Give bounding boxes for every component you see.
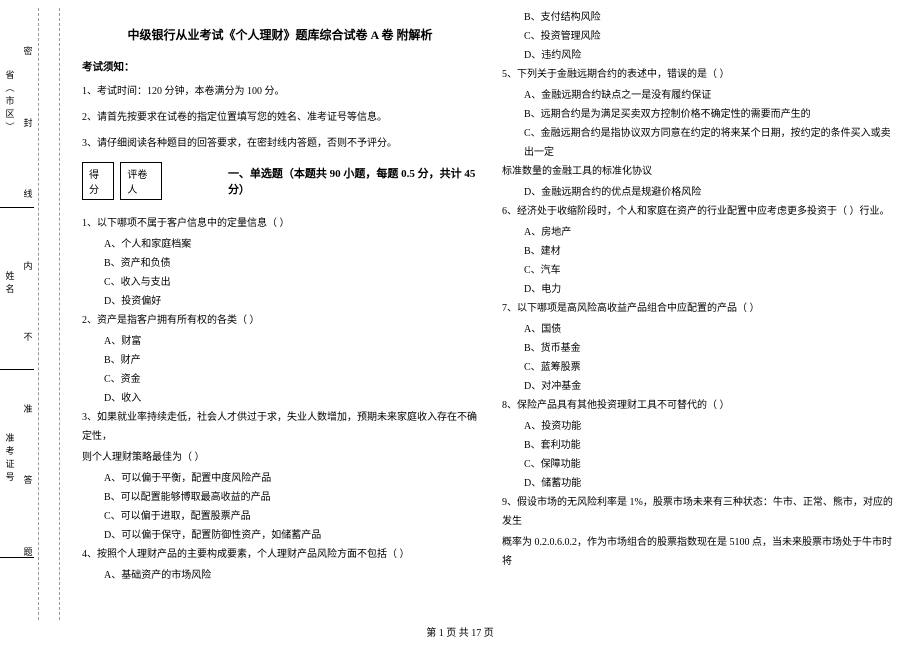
q5-option-c-line2: 标准数量的金融工具的标准化协议: [502, 162, 898, 181]
q2-option-a: A、财富: [82, 332, 478, 351]
q8-option-a: A、投资功能: [502, 417, 898, 436]
binding-inner-line: [38, 8, 39, 620]
notice-item-1: 1、考试时间：120 分钟，本卷满分为 100 分。: [82, 84, 478, 100]
q2-option-c: C、资金: [82, 370, 478, 389]
notice-item-3: 3、请仔细阅读各种题目的回答要求，在密封线内答题，否则不予评分。: [82, 136, 478, 152]
q4-option-d: D、违约风险: [502, 46, 898, 65]
marker: 内: [22, 261, 35, 276]
binding-field-region: 省（市区）: [4, 70, 17, 135]
question-5: 5、下列关于金融远期合约的表述中，错误的是（ ）: [502, 65, 898, 84]
q8-option-d: D、储蓄功能: [502, 474, 898, 493]
q6-option-c: C、汽车: [502, 261, 898, 280]
question-9-line1: 9、假设市场的无风险利率是 1%，股票市场未来有三种状态：牛市、正常、熊市，对应…: [502, 493, 898, 531]
grader-label: 评卷人: [120, 162, 162, 200]
q7-option-a: A、国债: [502, 320, 898, 339]
section-title: 一、单选题（本题共 90 小题，每题 0.5 分，共计 45 分）: [228, 165, 478, 197]
q8-option-c: C、保障功能: [502, 455, 898, 474]
q1-option-a: A、个人和家庭档案: [82, 235, 478, 254]
question-6: 6、经济处于收缩阶段时，个人和家庭在资产的行业配置中应考虑更多投资于（ ）行业。: [502, 202, 898, 221]
q4-option-c: C、投资管理风险: [502, 27, 898, 46]
q3-option-b: B、可以配置能够博取最高收益的产品: [82, 488, 478, 507]
binding-margin: 省（市区） 姓名 准考证号 密 封 线 内 不 准 答 题: [0, 8, 60, 620]
exam-title: 中级银行从业考试《个人理财》题库综合试卷 A 卷 附解析: [82, 26, 478, 43]
q1-option-d: D、投资偏好: [82, 292, 478, 311]
q6-option-a: A、房地产: [502, 223, 898, 242]
q1-option-b: B、资产和负债: [82, 254, 478, 273]
binding-field-name: 姓名: [4, 271, 17, 297]
score-row: 得分 评卷人 一、单选题（本题共 90 小题，每题 0.5 分，共计 45 分）: [82, 162, 478, 200]
q4-option-b: B、支付结构风险: [502, 8, 898, 27]
left-column: 中级银行从业考试《个人理财》题库综合试卷 A 卷 附解析 考试须知： 1、考试时…: [70, 8, 490, 620]
q2-option-d: D、收入: [82, 389, 478, 408]
q8-option-b: B、套利功能: [502, 436, 898, 455]
q3-option-c: C、可以偏于进取，配置股票产品: [82, 507, 478, 526]
notice-item-2: 2、请首先按要求在试卷的指定位置填写您的姓名、准考证号等信息。: [82, 110, 478, 126]
marker: 答: [22, 475, 35, 490]
q7-option-c: C、蓝筹股票: [502, 358, 898, 377]
question-2: 2、资产是指客户拥有所有权的各类（ ）: [82, 311, 478, 330]
binding-seal-markers: 密 封 线 内 不 准 答 题: [21, 8, 35, 620]
question-3-line2: 则个人理财策略最佳为（ ）: [82, 448, 478, 467]
notice-header: 考试须知：: [82, 59, 478, 74]
q5-option-a: A、金融远期合约缺点之一是没有履约保证: [502, 86, 898, 105]
marker: 线: [22, 189, 35, 204]
right-column: B、支付结构风险 C、投资管理风险 D、违约风险 5、下列关于金融远期合约的表述…: [490, 8, 910, 620]
q7-option-d: D、对冲基金: [502, 377, 898, 396]
marker: 封: [22, 118, 35, 133]
q5-option-b: B、远期合约是为满足买卖双方控制价格不确定性的需要而产生的: [502, 105, 898, 124]
question-8: 8、保险产品具有其他投资理财工具不可替代的（ ）: [502, 396, 898, 415]
marker: 题: [22, 547, 35, 562]
marker: 准: [22, 404, 35, 419]
q6-option-b: B、建材: [502, 242, 898, 261]
q2-option-b: B、财产: [82, 351, 478, 370]
q3-option-a: A、可以偏于平衡，配置中度风险产品: [82, 469, 478, 488]
q5-option-d: D、金融远期合约的优点是规避价格风险: [502, 183, 898, 202]
question-9-line2: 概率为 0.2.0.6.0.2，作为市场组合的股票指数现在是 5100 点，当未…: [502, 533, 898, 571]
q7-option-b: B、货币基金: [502, 339, 898, 358]
binding-field-admission: 准考证号: [4, 433, 17, 485]
q6-option-d: D、电力: [502, 280, 898, 299]
q4-option-a: A、基础资产的市场风险: [82, 566, 478, 585]
q5-option-c-line1: C、金融远期合约是指协议双方同意在约定的将来某个日期，按约定的条件买入或卖出一定: [502, 124, 898, 162]
q3-option-d: D、可以偏于保守，配置防御性资产，如储蓄产品: [82, 526, 478, 545]
marker: 密: [22, 46, 35, 61]
score-label: 得分: [82, 162, 114, 200]
question-4: 4、按照个人理财产品的主要构成要素，个人理财产品风险方面不包括（ ）: [82, 545, 478, 564]
marker: 不: [22, 332, 35, 347]
page-footer: 第 1 页 共 17 页: [0, 620, 920, 643]
question-1: 1、以下哪项不属于客户信息中的定量信息（ ）: [82, 214, 478, 233]
question-7: 7、以下哪项是高风险高收益产品组合中应配置的产品（ ）: [502, 299, 898, 318]
q1-option-c: C、收入与支出: [82, 273, 478, 292]
question-3-line1: 3、如果就业率持续走低，社会人才供过于求，失业人数增加，预期未来家庭收入存在不确…: [82, 408, 478, 446]
binding-field-labels: 省（市区） 姓名 准考证号: [2, 8, 18, 620]
content-area: 中级银行从业考试《个人理财》题库综合试卷 A 卷 附解析 考试须知： 1、考试时…: [60, 8, 920, 620]
